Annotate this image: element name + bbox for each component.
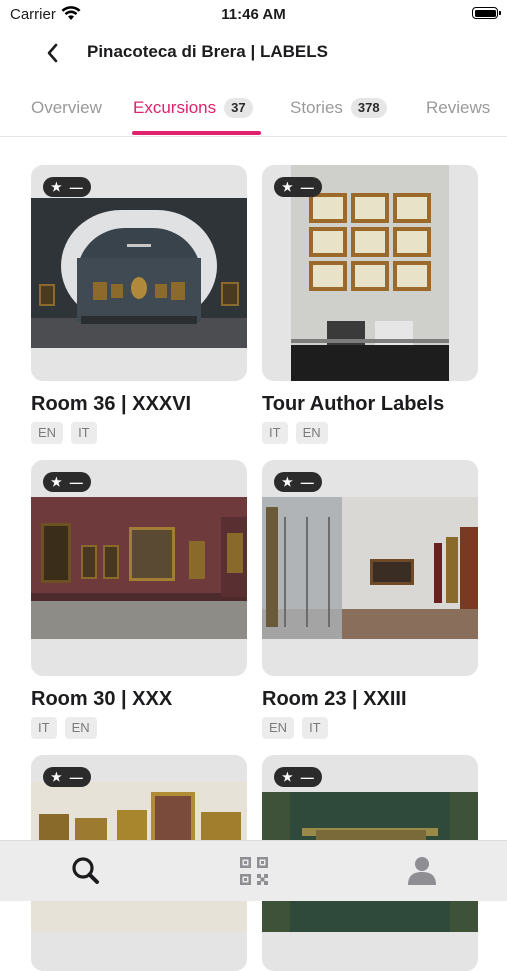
gallery-photo	[31, 198, 247, 348]
rating-badge: ★ —	[43, 177, 91, 197]
tab-reviews[interactable]: Reviews	[426, 94, 490, 134]
card-thumbnail: ★ —	[31, 165, 247, 381]
card-thumbnail: ★ —	[262, 460, 478, 676]
segment-tabs: Overview Excursions 37 Stories 378 Revie…	[0, 94, 507, 137]
card-thumbnail: ★ —	[262, 165, 478, 381]
rating-value: —	[300, 769, 314, 785]
clock: 11:46 AM	[221, 6, 286, 23]
count-badge: 37	[224, 98, 253, 118]
qr-code-icon[interactable]	[234, 853, 274, 889]
language-tags: EN IT	[31, 422, 97, 444]
profile-icon[interactable]	[402, 853, 442, 889]
language-tags: IT EN	[262, 422, 328, 444]
star-icon: ★	[51, 770, 62, 784]
count-badge: 378	[350, 98, 387, 118]
bottom-tab-bar	[0, 840, 507, 901]
status-bar: Carrier 11:46 AM	[0, 0, 507, 28]
star-icon: ★	[282, 180, 293, 194]
star-icon: ★	[51, 180, 62, 194]
tab-label: Reviews	[426, 98, 491, 117]
star-icon: ★	[282, 770, 293, 784]
search-icon[interactable]	[66, 853, 106, 889]
tab-excursions[interactable]: Excursions 37	[133, 94, 253, 134]
excursion-card[interactable]: ★ — Room 23 | XXIII EN IT	[262, 460, 478, 739]
language-tag: IT	[262, 422, 288, 444]
rating-value: —	[69, 179, 83, 195]
card-title: Room 23 | XXIII	[262, 688, 407, 710]
rating-value: —	[69, 769, 83, 785]
rating-badge: ★ —	[274, 472, 322, 492]
language-tag: EN	[295, 422, 328, 444]
card-title: Room 30 | XXX	[31, 688, 173, 710]
rating-value: —	[69, 474, 83, 490]
language-tag: IT	[302, 717, 328, 739]
excursion-card[interactable]: ★ — Room 36 | XXXVI EN IT	[31, 165, 247, 444]
language-tag: EN	[64, 717, 97, 739]
language-tags: IT EN	[31, 717, 97, 739]
rating-value: —	[300, 474, 314, 490]
navigation-bar: Pinacoteca di Brera | LABELS	[0, 28, 507, 78]
gallery-photo	[262, 497, 478, 639]
excursion-card[interactable]: ★ — Room 30 | XXX IT EN	[31, 460, 247, 739]
rating-value: —	[300, 179, 314, 195]
page-title: Pinacoteca di Brera | LABELS	[87, 42, 328, 61]
rating-badge: ★ —	[274, 767, 322, 787]
language-tag: EN	[262, 717, 295, 739]
card-thumbnail: ★ —	[31, 460, 247, 676]
star-icon: ★	[51, 475, 62, 489]
tab-label: Stories	[290, 98, 343, 117]
active-tab-indicator	[132, 131, 261, 135]
tab-stories[interactable]: Stories 378	[290, 94, 387, 134]
excursion-card[interactable]: ★ — Tour Author Labels IT EN	[262, 165, 478, 444]
language-tag: IT	[71, 422, 97, 444]
rating-badge: ★ —	[43, 472, 91, 492]
gallery-photo	[31, 497, 247, 639]
labels-photo	[291, 165, 449, 381]
tab-overview[interactable]: Overview	[31, 94, 102, 134]
card-title: Room 36 | XXXVI	[31, 393, 192, 415]
tab-label: Excursions	[133, 98, 217, 117]
language-tag: EN	[31, 422, 64, 444]
language-tags: EN IT	[262, 717, 328, 739]
card-title: Tour Author Labels	[262, 393, 445, 415]
tab-label: Overview	[31, 98, 102, 117]
star-icon: ★	[282, 475, 293, 489]
battery-icon	[472, 7, 501, 19]
rating-badge: ★ —	[43, 767, 91, 787]
rating-badge: ★ —	[274, 177, 322, 197]
back-chevron-icon[interactable]	[44, 42, 62, 64]
language-tag: IT	[31, 717, 57, 739]
